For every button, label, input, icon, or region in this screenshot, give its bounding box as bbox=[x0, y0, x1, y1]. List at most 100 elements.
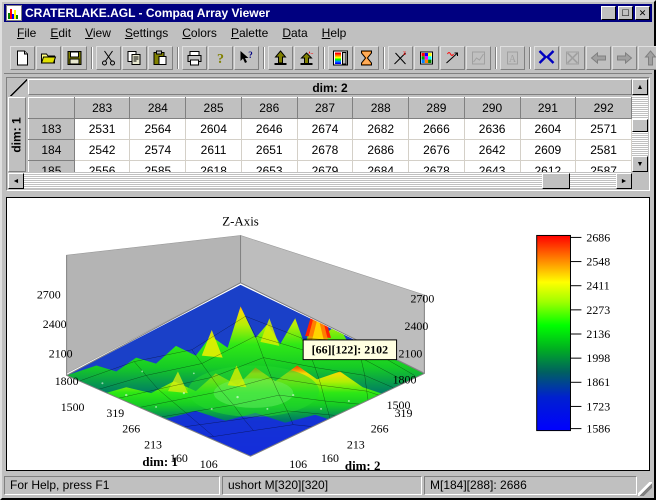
new-button[interactable] bbox=[10, 45, 35, 70]
grid-cell[interactable]: 2542 bbox=[74, 139, 131, 161]
grid-cell[interactable]: 2612 bbox=[520, 160, 577, 172]
menu-item-edit[interactable]: Edit bbox=[43, 24, 78, 42]
open-button[interactable] bbox=[36, 45, 61, 70]
scatter-button[interactable] bbox=[440, 45, 465, 70]
resize-grip-icon[interactable] bbox=[638, 482, 652, 496]
grid-cell[interactable]: 2531 bbox=[74, 118, 131, 140]
function-button[interactable]: z bbox=[388, 45, 413, 70]
grid-cell[interactable]: 2604 bbox=[185, 118, 242, 140]
grid-cell[interactable]: 2676 bbox=[408, 139, 465, 161]
menu-item-file[interactable]: File bbox=[10, 24, 43, 42]
column-header[interactable]: 288 bbox=[352, 97, 410, 119]
grid-cell[interactable]: 2651 bbox=[241, 139, 298, 161]
palette-button[interactable] bbox=[328, 45, 353, 70]
colorbar-tick-label: 2273 bbox=[586, 303, 610, 317]
row-header[interactable]: 183 bbox=[28, 118, 75, 140]
toolbar-separator bbox=[260, 46, 268, 69]
column-header[interactable]: 285 bbox=[185, 97, 242, 119]
arrow-left-button[interactable] bbox=[586, 45, 611, 70]
grid-cell[interactable]: 2678 bbox=[297, 139, 354, 161]
grid-horizontal-scrollbar[interactable]: ◄ ► bbox=[8, 173, 632, 189]
menu-item-data[interactable]: Data bbox=[275, 24, 314, 42]
grid-cell[interactable]: 2585 bbox=[129, 160, 187, 172]
grid-cell[interactable]: 2556 bbox=[74, 160, 131, 172]
grid-cell[interactable]: 2571 bbox=[575, 118, 632, 140]
maximize-button[interactable]: ☐ bbox=[618, 6, 633, 20]
grid-cell[interactable]: 2678 bbox=[408, 160, 465, 172]
grid-cell[interactable]: 2684 bbox=[352, 160, 410, 172]
grid-scroll-area[interactable]: 283 284 285 286 287 288 289 290 291 292 … bbox=[28, 97, 632, 172]
status-bar: For Help, press F1 ushort M[320][320] M[… bbox=[4, 475, 652, 496]
vscroll-up-button[interactable]: ▲ bbox=[632, 79, 648, 95]
zoom-in-button[interactable] bbox=[534, 45, 559, 70]
grid-cell[interactable]: 2611 bbox=[185, 139, 242, 161]
column-header[interactable]: 289 bbox=[408, 97, 465, 119]
save-icon bbox=[67, 50, 82, 65]
save-button[interactable] bbox=[62, 45, 87, 70]
surface-plot[interactable]: 2700 2400 2100 1800 1500 2700 2400 2100 … bbox=[7, 198, 649, 470]
context-help-button[interactable]: ? bbox=[234, 45, 259, 70]
minimize-button[interactable]: _ bbox=[601, 6, 616, 21]
close-icon: ✕ bbox=[638, 8, 647, 18]
hscroll-thumb[interactable] bbox=[542, 173, 570, 189]
column-header[interactable]: 284 bbox=[129, 97, 187, 119]
row-header[interactable]: 184 bbox=[28, 139, 75, 161]
export-up-button[interactable] bbox=[268, 45, 293, 70]
grid-cell[interactable]: 2642 bbox=[464, 139, 521, 161]
grid-cell[interactable]: 2609 bbox=[520, 139, 577, 161]
grid-cell[interactable]: 2674 bbox=[297, 118, 354, 140]
grid-cell[interactable]: 2636 bbox=[464, 118, 521, 140]
grid-cell[interactable]: 2618 bbox=[185, 160, 242, 172]
grid-cell[interactable]: 2574 bbox=[129, 139, 187, 161]
line-chart-button[interactable] bbox=[466, 45, 491, 70]
grid-cell[interactable]: 2679 bbox=[297, 160, 354, 172]
grid-cell[interactable]: 2581 bbox=[575, 139, 632, 161]
hscroll-right-button[interactable]: ► bbox=[616, 173, 632, 189]
y-tick-label: 213 bbox=[347, 437, 365, 451]
chevron-right-icon: ► bbox=[620, 177, 628, 185]
svg-text:?: ? bbox=[248, 50, 253, 60]
hscroll-left-button[interactable]: ◄ bbox=[8, 173, 24, 189]
grid-cell[interactable]: 2564 bbox=[129, 118, 187, 140]
export-up-star-button[interactable] bbox=[294, 45, 319, 70]
menu-item-settings[interactable]: Settings bbox=[118, 24, 175, 42]
vscroll-thumb[interactable] bbox=[632, 119, 648, 132]
zoom-reset-button[interactable] bbox=[560, 45, 585, 70]
column-header[interactable]: 292 bbox=[575, 97, 632, 119]
arrow-up-button[interactable] bbox=[638, 45, 656, 70]
close-button[interactable]: ✕ bbox=[635, 6, 650, 20]
column-header[interactable]: 287 bbox=[296, 97, 354, 119]
grid-cell[interactable]: 2653 bbox=[241, 160, 298, 172]
hscroll-track[interactable] bbox=[24, 173, 616, 189]
arrow-right-button[interactable] bbox=[612, 45, 637, 70]
column-header[interactable]: 286 bbox=[240, 97, 298, 119]
column-header[interactable]: 283 bbox=[73, 97, 131, 119]
grid-cell[interactable]: 2686 bbox=[352, 139, 410, 161]
status-cell-value: M[184][288]: 2686 bbox=[424, 476, 637, 495]
grid-cell[interactable]: 2604 bbox=[520, 118, 577, 140]
column-header[interactable]: 290 bbox=[463, 97, 521, 119]
copy-button[interactable] bbox=[122, 45, 147, 70]
row-header[interactable]: 185 bbox=[28, 160, 75, 172]
paste-button[interactable] bbox=[148, 45, 173, 70]
cut-button[interactable] bbox=[96, 45, 121, 70]
color-cube-button[interactable] bbox=[414, 45, 439, 70]
about-button[interactable]: ? bbox=[208, 45, 233, 70]
surface-plot-panel[interactable]: 2700 2400 2100 1800 1500 2700 2400 2100 … bbox=[6, 197, 650, 471]
grid-cell[interactable]: 2666 bbox=[408, 118, 465, 140]
about-icon: ? bbox=[217, 52, 224, 66]
menu-item-help[interactable]: Help bbox=[315, 24, 354, 42]
grid-cell[interactable]: 2682 bbox=[352, 118, 410, 140]
menu-item-colors[interactable]: Colors bbox=[175, 24, 224, 42]
hourglass-button[interactable] bbox=[354, 45, 379, 70]
menu-item-view[interactable]: View bbox=[78, 24, 118, 42]
grid-vertical-scrollbar[interactable]: ▲ ▼ bbox=[632, 79, 648, 172]
print-button[interactable] bbox=[182, 45, 207, 70]
text-view-button[interactable]: A bbox=[500, 45, 525, 70]
vscroll-down-button[interactable]: ▼ bbox=[632, 156, 648, 172]
menu-item-palette[interactable]: Palette bbox=[224, 24, 275, 42]
column-header[interactable]: 291 bbox=[519, 97, 577, 119]
grid-cell[interactable]: 2646 bbox=[241, 118, 298, 140]
grid-cell[interactable]: 2587 bbox=[575, 160, 632, 172]
grid-cell[interactable]: 2643 bbox=[464, 160, 521, 172]
